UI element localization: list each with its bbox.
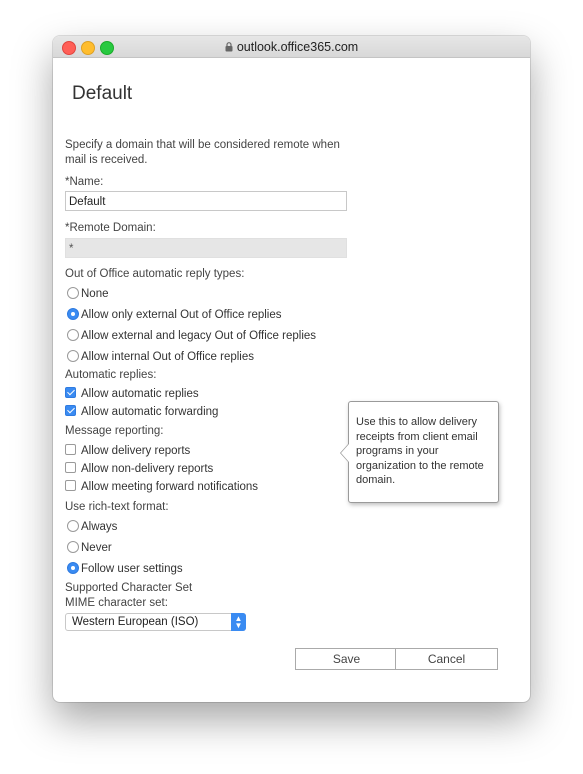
help-tooltip: Use this to allow delivery receipts from…	[340, 401, 499, 503]
allow-auto-replies-option[interactable]: Allow automatic replies	[65, 386, 199, 402]
message-reporting-label: Message reporting:	[65, 425, 164, 437]
ooo-option-external-only[interactable]: Allow only external Out of Office replie…	[67, 307, 282, 323]
checkbox[interactable]	[65, 462, 76, 473]
rich-text-option-never[interactable]: Never	[67, 540, 112, 556]
save-button[interactable]: Save	[295, 648, 398, 670]
tooltip-pointer	[340, 443, 349, 463]
browser-window: outlook.office365.com Default Specify a …	[53, 36, 530, 702]
mime-charset-label: MIME character set:	[65, 597, 168, 609]
checkbox-checked[interactable]	[65, 405, 76, 416]
checkbox[interactable]	[65, 480, 76, 491]
address-bar[interactable]: outlook.office365.com	[53, 39, 530, 56]
radio-button[interactable]	[67, 520, 79, 532]
rich-text-label: Use rich-text format:	[65, 501, 169, 513]
name-label: *Name:	[65, 176, 104, 188]
title-bar: outlook.office365.com	[53, 36, 530, 58]
checkbox[interactable]	[65, 444, 76, 455]
radio-button[interactable]	[67, 541, 79, 553]
chevron-up-down-icon: ▲ ▼	[231, 613, 246, 631]
ooo-option-label: Allow internal Out of Office replies	[81, 351, 255, 363]
radio-button-selected[interactable]	[67, 562, 79, 574]
mime-charset-select[interactable]: Western European (ISO) ▲ ▼	[65, 613, 246, 631]
rich-text-option-label: Always	[81, 521, 118, 533]
radio-button[interactable]	[67, 350, 79, 362]
allow-non-delivery-reports-option[interactable]: Allow non-delivery reports	[65, 461, 213, 477]
radio-button[interactable]	[67, 329, 79, 341]
lock-icon	[225, 40, 233, 56]
select-value: Western European (ISO)	[72, 616, 199, 628]
allow-auto-forwarding-option[interactable]: Allow automatic forwarding	[65, 404, 218, 420]
checkbox-label: Allow non-delivery reports	[81, 463, 214, 475]
radio-button-selected[interactable]	[67, 308, 79, 320]
ooo-section-label: Out of Office automatic reply types:	[65, 268, 245, 280]
rich-text-option-follow-user[interactable]: Follow user settings	[67, 561, 183, 577]
remote-domain-input: *	[65, 238, 347, 258]
checkbox-checked[interactable]	[65, 387, 76, 398]
name-input[interactable]: Default	[65, 191, 347, 211]
charset-section-label: Supported Character Set	[65, 582, 193, 594]
url-text: outlook.office365.com	[236, 40, 359, 54]
radio-button[interactable]	[67, 287, 79, 299]
allow-delivery-reports-option[interactable]: Allow delivery reports	[65, 443, 190, 459]
page-description: Specify a domain that will be considered…	[65, 139, 340, 166]
page-title: Default	[72, 83, 133, 104]
ooo-option-none[interactable]: None	[67, 286, 109, 302]
ooo-option-label: Allow only external Out of Office replie…	[81, 309, 282, 321]
rich-text-option-always[interactable]: Always	[67, 519, 117, 535]
checkbox-label: Allow meeting forward notifications	[81, 481, 259, 493]
allow-meeting-forward-option[interactable]: Allow meeting forward notifications	[65, 479, 258, 495]
tooltip-text: Use this to allow delivery receipts from…	[356, 416, 484, 486]
ooo-option-label: Allow external and legacy Out of Office …	[81, 330, 317, 342]
auto-replies-label: Automatic replies:	[65, 369, 157, 381]
checkbox-label: Allow automatic forwarding	[81, 406, 219, 418]
remote-domain-label: *Remote Domain:	[65, 222, 156, 234]
rich-text-option-label: Follow user settings	[81, 563, 183, 575]
cancel-button[interactable]: Cancel	[395, 648, 498, 670]
checkbox-label: Allow automatic replies	[81, 388, 199, 400]
ooo-option-internal[interactable]: Allow internal Out of Office replies	[67, 349, 254, 365]
ooo-option-external-legacy[interactable]: Allow external and legacy Out of Office …	[67, 328, 316, 344]
rich-text-option-label: Never	[81, 542, 112, 554]
checkbox-label: Allow delivery reports	[81, 445, 191, 457]
ooo-option-label: None	[81, 288, 109, 300]
dialog-content: Default Specify a domain that will be co…	[53, 58, 530, 702]
